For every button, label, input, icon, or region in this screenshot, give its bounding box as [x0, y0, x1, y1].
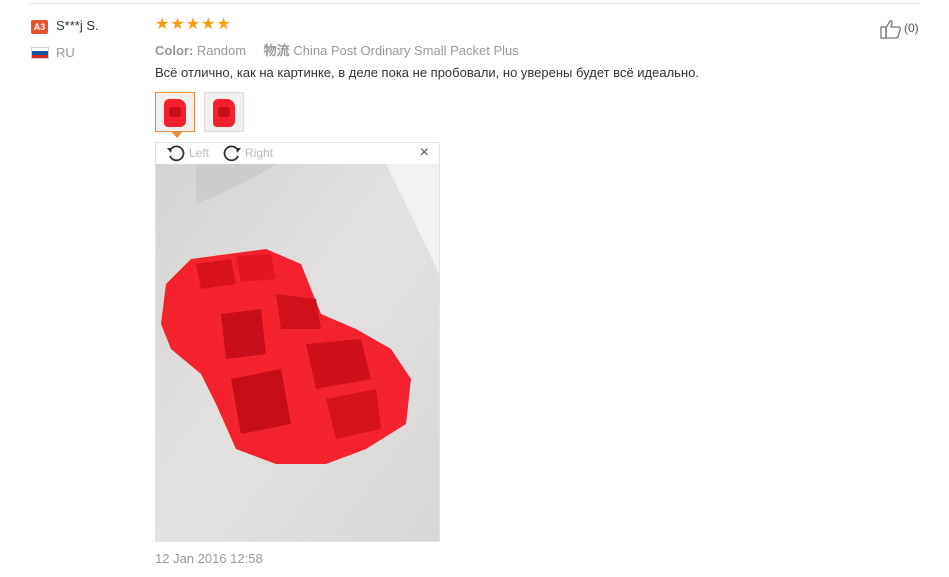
reviewer-country: RU — [56, 45, 75, 60]
selected-thumb-caret — [171, 131, 183, 138]
close-icon[interactable]: × — [420, 145, 429, 161]
product-photo-image — [156, 164, 439, 541]
rotate-right-button[interactable]: Right — [222, 144, 273, 162]
star-icon: ★ — [201, 16, 216, 33]
review-text: Всё отлично, как на картинке, в деле пок… — [155, 65, 699, 80]
thumb-product-image — [164, 99, 186, 127]
rotate-right-icon — [223, 145, 241, 162]
thumb-product-image — [213, 99, 235, 127]
attr-color-key: Color: — [155, 43, 194, 58]
attr-shipping-key: 物流 — [263, 43, 290, 58]
review-photo-thumb-1[interactable] — [155, 92, 195, 132]
star-rating: ★ ★ ★ ★ ★ — [155, 16, 231, 34]
viewer-toolbar: Left Right × — [156, 143, 439, 164]
star-icon: ★ — [170, 16, 185, 33]
review-photo-large — [156, 164, 439, 541]
user-level-badge: A3 — [31, 20, 48, 34]
star-icon: ★ — [185, 16, 201, 33]
order-attributes: Color: Random 物流 China Post Ordinary Sma… — [155, 40, 533, 59]
star-icon: ★ — [216, 16, 231, 33]
review-date: 12 Jan 2016 12:58 — [155, 551, 263, 566]
review-photo-thumb-2[interactable] — [204, 92, 244, 132]
flag-stripe-red — [32, 54, 48, 58]
reviewer-name: S***j S. — [56, 18, 99, 33]
attr-color-value: Random — [196, 43, 247, 58]
star-icon: ★ — [155, 16, 170, 33]
rotate-left-button[interactable]: Left — [166, 144, 209, 162]
russia-flag-icon — [31, 47, 49, 59]
photo-viewer: Left Right × — [155, 142, 440, 542]
thumbs-up-icon[interactable] — [880, 19, 902, 39]
rotate-left-label: Left — [189, 146, 210, 160]
rotate-left-icon — [167, 145, 185, 162]
top-divider — [30, 3, 920, 4]
attr-shipping-value: China Post Ordinary Small Packet Plus — [293, 43, 519, 58]
helpful-count: (0) — [904, 21, 919, 35]
rotate-right-label: Right — [245, 146, 274, 160]
